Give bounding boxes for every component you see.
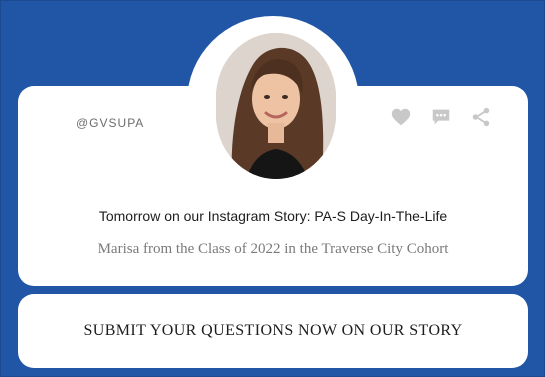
account-handle[interactable]: @GVSUPA [76,116,144,130]
profile-photo [216,33,336,179]
post-headline: Tomorrow on our Instagram Story: PA-S Da… [98,208,448,224]
comment-icon[interactable] [430,106,452,128]
heart-icon[interactable] [390,106,412,128]
profile-photo-illustration [216,33,336,179]
action-icons [390,106,492,128]
share-icon[interactable] [470,106,492,128]
cta-text: SUBMIT YOUR QUESTIONS NOW ON OUR STORY [83,322,463,339]
post-subtitle: Marisa from the Class of 2022 in the Tra… [97,241,449,257]
